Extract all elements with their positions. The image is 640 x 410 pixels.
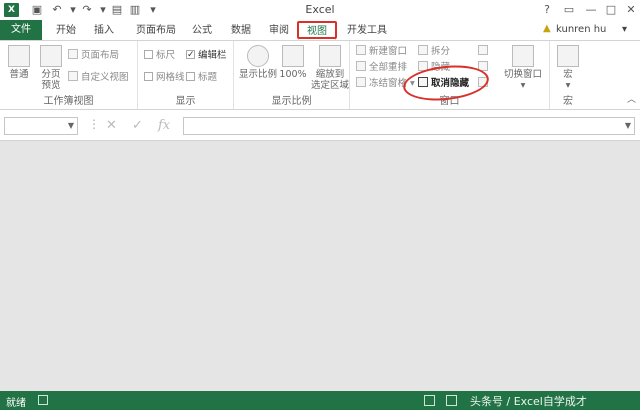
- freeze-panes-icon: [356, 77, 366, 87]
- arrange-all-icon: [356, 61, 366, 71]
- zoom-to-selection-button[interactable]: 缩放到 选定区域: [310, 43, 350, 91]
- zoom-100-label: 100%: [279, 69, 307, 80]
- ribbon: 普通 分页 预览 页面布局 自定义视图 工作簿视图 标尺 编辑栏 网格线 标题 …: [0, 40, 640, 110]
- tab-file[interactable]: 文件: [0, 20, 42, 40]
- tab-view-highlight: [297, 21, 337, 39]
- macro-record-icon[interactable]: [38, 395, 48, 405]
- formula-bar-grip-icon: ⋮: [88, 117, 100, 131]
- formula-bar-label: 编辑栏: [198, 50, 227, 61]
- tab-data[interactable]: 数据: [225, 22, 257, 40]
- group-label-workbook-views: 工作簿视图: [43, 96, 94, 107]
- switch-windows-icon: [512, 45, 534, 67]
- ruler-checkbox[interactable]: 标尺: [144, 49, 175, 63]
- switch-windows-label: 切换窗口: [503, 69, 542, 80]
- group-label-macros: 宏: [563, 96, 573, 107]
- tab-page-layout[interactable]: 页面布局: [128, 22, 184, 40]
- page-break-label-1: 分页: [41, 69, 61, 80]
- ruler-check-icon: [144, 50, 153, 59]
- status-bar: 就绪 头条号 / Excel自学成才: [0, 391, 640, 410]
- ribbon-display-button[interactable]: ▭: [560, 2, 578, 18]
- title-bar: X ▣ ↶ ▾ ↷ ▾ ▤ ▥ ▾ Excel ? ▭ — □ ✕: [0, 0, 640, 20]
- empty-workspace: [0, 141, 640, 391]
- new-window-icon: [356, 45, 366, 55]
- gridlines-label: 网格线: [156, 72, 185, 83]
- tab-insert[interactable]: 插入: [88, 22, 120, 40]
- minimize-button[interactable]: —: [582, 2, 600, 18]
- user-name[interactable]: kunren hu: [556, 24, 606, 35]
- page-break-icon: [40, 45, 62, 67]
- status-ready: 就绪: [6, 398, 26, 409]
- formula-bar: ▼ ⋮ ✕ ✓ fx ▼: [0, 111, 640, 141]
- page-break-label-2: 预览: [41, 80, 61, 91]
- normal-view-button[interactable]: 普通: [4, 43, 34, 80]
- zoom-label: 显示比例: [238, 69, 277, 80]
- zoom-button[interactable]: 显示比例: [238, 43, 278, 80]
- zoom-selection-label-2: 选定区域: [310, 80, 349, 91]
- tab-developer[interactable]: 开发工具: [344, 22, 390, 40]
- new-window-label: 新建窗口: [369, 46, 408, 57]
- group-workbook-views: 普通 分页 预览 页面布局 自定义视图 工作簿视图: [0, 41, 138, 109]
- zoom-100-button[interactable]: 100%: [278, 43, 308, 80]
- split-button[interactable]: 拆分: [418, 45, 450, 59]
- page-layout-icon: [68, 49, 78, 59]
- page-layout-status-icon[interactable]: [446, 395, 457, 406]
- split-label: 拆分: [431, 46, 451, 57]
- zoom-selection-label-1: 缩放到: [315, 69, 345, 80]
- zoom-100-icon: [282, 45, 304, 67]
- freeze-panes-label: 冻结窗格: [369, 78, 408, 89]
- enter-icon[interactable]: ✓: [132, 117, 143, 135]
- formula-bar-checkbox[interactable]: 编辑栏: [186, 48, 227, 63]
- warning-icon: ▲: [543, 23, 551, 34]
- side-by-side-icon: [478, 45, 488, 55]
- custom-views-label: 自定义视图: [81, 72, 129, 83]
- help-button[interactable]: ?: [538, 2, 556, 18]
- name-box[interactable]: ▼: [4, 117, 78, 135]
- formula-input[interactable]: ▼: [183, 117, 635, 135]
- custom-views-button[interactable]: 自定义视图: [68, 71, 129, 85]
- group-label-zoom: 显示比例: [271, 96, 312, 107]
- gridlines-checkbox[interactable]: 网格线: [144, 71, 185, 85]
- headings-check-icon: [186, 72, 195, 81]
- macro-icon: [557, 45, 579, 67]
- page-layout-label: 页面布局: [81, 50, 120, 61]
- custom-views-icon: [68, 71, 78, 81]
- watermark-text: 头条号 / Excel自学成才: [470, 395, 587, 408]
- page-layout-view-button[interactable]: 页面布局: [68, 49, 119, 63]
- magnifier-icon: [247, 45, 269, 67]
- zoom-selection-icon: [319, 45, 341, 67]
- normal-view-icon: [8, 45, 30, 67]
- arrange-all-label: 全部重排: [369, 62, 408, 73]
- tab-review[interactable]: 审阅: [263, 22, 295, 40]
- close-button[interactable]: ✕: [622, 2, 640, 18]
- cancel-icon[interactable]: ✕: [106, 117, 117, 135]
- group-show: 标尺 编辑栏 网格线 标题 显示: [138, 41, 234, 109]
- page-break-preview-button[interactable]: 分页 预览: [36, 43, 66, 91]
- group-zoom: 显示比例 100% 缩放到 选定区域 显示比例: [234, 41, 350, 109]
- headings-checkbox[interactable]: 标题: [186, 71, 217, 85]
- switch-windows-button[interactable]: 切换窗口 ▾: [500, 43, 546, 91]
- normal-view-label: 普通: [9, 69, 29, 80]
- collapse-ribbon-icon[interactable]: ︿: [627, 92, 636, 105]
- restore-button[interactable]: □: [602, 2, 620, 18]
- ruler-label: 标尺: [156, 50, 176, 61]
- group-macros: 宏 ▾ 宏: [550, 41, 586, 109]
- macros-button-label: 宏: [563, 69, 573, 80]
- tab-formulas[interactable]: 公式: [186, 22, 218, 40]
- user-caret-icon[interactable]: ▾: [622, 24, 627, 35]
- macros-button[interactable]: 宏 ▾: [553, 43, 583, 91]
- tab-home[interactable]: 开始: [50, 22, 82, 40]
- name-box-dropdown-icon[interactable]: ▼: [68, 121, 74, 130]
- new-window-button[interactable]: 新建窗口: [356, 45, 407, 59]
- normal-view-status-icon[interactable]: [424, 395, 435, 406]
- headings-label: 标题: [198, 72, 218, 83]
- insert-function-icon[interactable]: fx: [158, 117, 170, 135]
- arrange-all-button[interactable]: 全部重排: [356, 61, 407, 75]
- split-icon: [418, 45, 428, 55]
- group-label-show: 显示: [175, 96, 196, 107]
- gridlines-check-icon: [144, 72, 153, 81]
- view-side-by-side-button[interactable]: [478, 45, 491, 59]
- formula-bar-check-icon: [186, 48, 195, 62]
- expand-formula-bar-icon[interactable]: ▼: [625, 121, 631, 130]
